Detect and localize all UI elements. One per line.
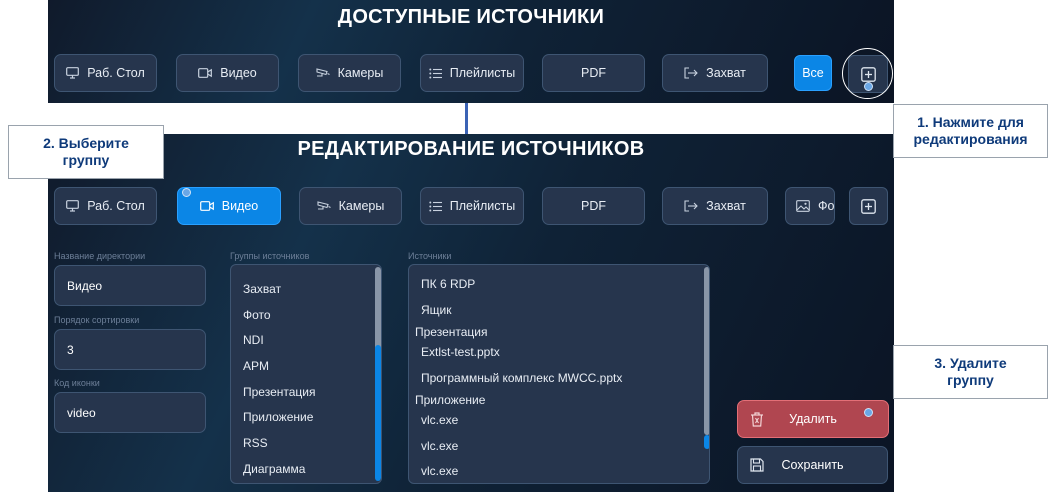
list-icon: [429, 68, 442, 78]
chip-all[interactable]: Все: [794, 55, 832, 91]
source-item[interactable]: ПК 6 RDP: [421, 277, 475, 291]
sources-label: Источники: [408, 251, 452, 261]
plus-square-icon: [861, 198, 876, 214]
chip-video[interactable]: Видео: [177, 187, 281, 225]
chip-desktop[interactable]: Раб. Стол: [54, 187, 157, 225]
group-item-photo[interactable]: Фото: [243, 308, 271, 322]
chip-label: Видео: [220, 66, 257, 80]
chip-label: Фо: [818, 199, 835, 213]
chip-label: Камеры: [338, 199, 385, 213]
page: ДОСТУПНЫЕ ИСТОЧНИКИ Раб. Стол Видео Каме…: [0, 0, 1051, 502]
source-item[interactable]: Программный комплекс MWCC.pptx: [421, 371, 622, 385]
directory-name-field[interactable]: Видео: [54, 265, 206, 306]
edit-sources-title: РЕДАКТИРОВАНИЕ ИСТОЧНИКОВ: [297, 138, 645, 160]
icon-code-label: Код иконки: [54, 378, 100, 388]
video-camera-icon: [198, 68, 213, 78]
chip-playlists[interactable]: Плейлисты: [420, 187, 524, 225]
source-item[interactable]: vlc.exe: [421, 439, 458, 453]
edit-sources-panel: РЕДАКТИРОВАНИЕ ИСТОЧНИКОВ Раб. Стол Виде…: [48, 134, 894, 492]
chip-label: Все: [802, 66, 824, 80]
save-button[interactable]: Сохранить: [737, 446, 888, 484]
chip-pdf[interactable]: PDF: [542, 187, 645, 225]
click-marker-dot: [182, 188, 191, 197]
chip-label: Камеры: [337, 66, 384, 80]
callout-step-2-text: 2. Выберите группу: [43, 135, 129, 168]
source-item[interactable]: vlc.exe: [421, 413, 458, 427]
trash-icon: [751, 412, 763, 427]
floppy-disk-icon: [750, 458, 764, 472]
sort-order-label: Порядок сортировки: [54, 315, 140, 325]
group-item-presentation[interactable]: Презентация: [243, 385, 316, 399]
available-sources-panel: ДОСТУПНЫЕ ИСТОЧНИКИ Раб. Стол Видео Каме…: [48, 0, 894, 103]
sort-order-field[interactable]: 3: [54, 329, 206, 370]
sources-scrollbar-thumb[interactable]: [704, 435, 709, 449]
source-groups-label: Группы источников: [230, 251, 310, 261]
chip-cameras[interactable]: Камеры: [298, 54, 401, 92]
chip-playlists[interactable]: Плейлисты: [420, 54, 524, 92]
group-item-ndi[interactable]: NDI: [243, 333, 264, 347]
groups-scrollbar-thumb[interactable]: [375, 345, 381, 481]
chip-label: Плейлисты: [449, 66, 516, 80]
delete-button[interactable]: Удалить: [737, 400, 889, 438]
directory-name-value: Видео: [67, 278, 103, 293]
chip-label: Видео: [221, 199, 259, 213]
edit-highlight-ring: [842, 48, 893, 99]
chip-capture[interactable]: Захват: [662, 54, 768, 92]
connector-line: [465, 103, 468, 134]
group-item-application[interactable]: Приложение: [243, 410, 313, 424]
chip-pdf[interactable]: PDF: [542, 54, 645, 92]
directory-name-label: Название директории: [54, 251, 146, 261]
chip-label: PDF: [581, 66, 606, 80]
monitor-icon: [66, 67, 80, 79]
image-icon: [796, 200, 810, 212]
callout-step-1-text: 1. Нажмите для редактирования: [913, 114, 1028, 147]
cctv-camera-icon: [317, 201, 331, 210]
source-item[interactable]: Extlst-test.pptx: [421, 345, 500, 359]
group-item-diagram[interactable]: Диаграмма: [243, 462, 305, 476]
sources-scrollbar-track[interactable]: [704, 267, 709, 435]
add-group-button[interactable]: [849, 187, 888, 225]
sort-order-value: 3: [67, 342, 74, 357]
chip-label: Захват: [706, 66, 746, 80]
source-group-header: Приложение: [415, 393, 486, 407]
source-group-header: Презентация: [415, 325, 488, 339]
list-icon: [429, 201, 442, 211]
chip-capture[interactable]: Захват: [662, 187, 768, 225]
chip-label: Раб. Стол: [87, 66, 145, 80]
callout-step-3: 3. Удалите группу: [893, 345, 1048, 399]
source-item[interactable]: Ящик: [421, 303, 452, 317]
sources-list[interactable]: ПК 6 RDP Ящик Презентация Extlst-test.pp…: [408, 264, 710, 484]
icon-code-field[interactable]: video: [54, 392, 206, 433]
capture-arrow-icon: [684, 200, 698, 212]
cctv-camera-icon: [316, 68, 330, 77]
group-item-rss[interactable]: RSS: [243, 436, 268, 450]
click-marker-dot: [864, 408, 873, 417]
chip-desktop[interactable]: Раб. Стол: [54, 54, 157, 92]
chip-label: Плейлисты: [449, 199, 516, 213]
monitor-icon: [66, 200, 80, 212]
source-item[interactable]: vlc.exe: [421, 464, 458, 478]
chip-video[interactable]: Видео: [176, 54, 279, 92]
chip-label: Захват: [706, 199, 746, 213]
click-marker-dot: [864, 82, 873, 91]
groups-scrollbar-track[interactable]: [375, 267, 381, 357]
video-camera-icon: [199, 201, 214, 211]
source-groups-list[interactable]: Захват Фото NDI APM Презентация Приложен…: [230, 264, 382, 484]
callout-step-2: 2. Выберите группу: [8, 125, 164, 179]
chip-label: Раб. Стол: [87, 199, 145, 213]
available-sources-title: ДОСТУПНЫЕ ИСТОЧНИКИ: [337, 6, 605, 28]
capture-arrow-icon: [684, 67, 698, 79]
chip-photo[interactable]: Фо: [785, 187, 835, 225]
callout-step-1: 1. Нажмите для редактирования: [893, 104, 1048, 158]
group-item-capture[interactable]: Захват: [243, 282, 281, 296]
callout-step-3-text: 3. Удалите группу: [934, 355, 1007, 388]
chip-label: PDF: [581, 199, 606, 213]
icon-code-value: video: [67, 405, 96, 420]
group-item-apm[interactable]: APM: [243, 359, 269, 373]
chip-cameras[interactable]: Камеры: [299, 187, 402, 225]
